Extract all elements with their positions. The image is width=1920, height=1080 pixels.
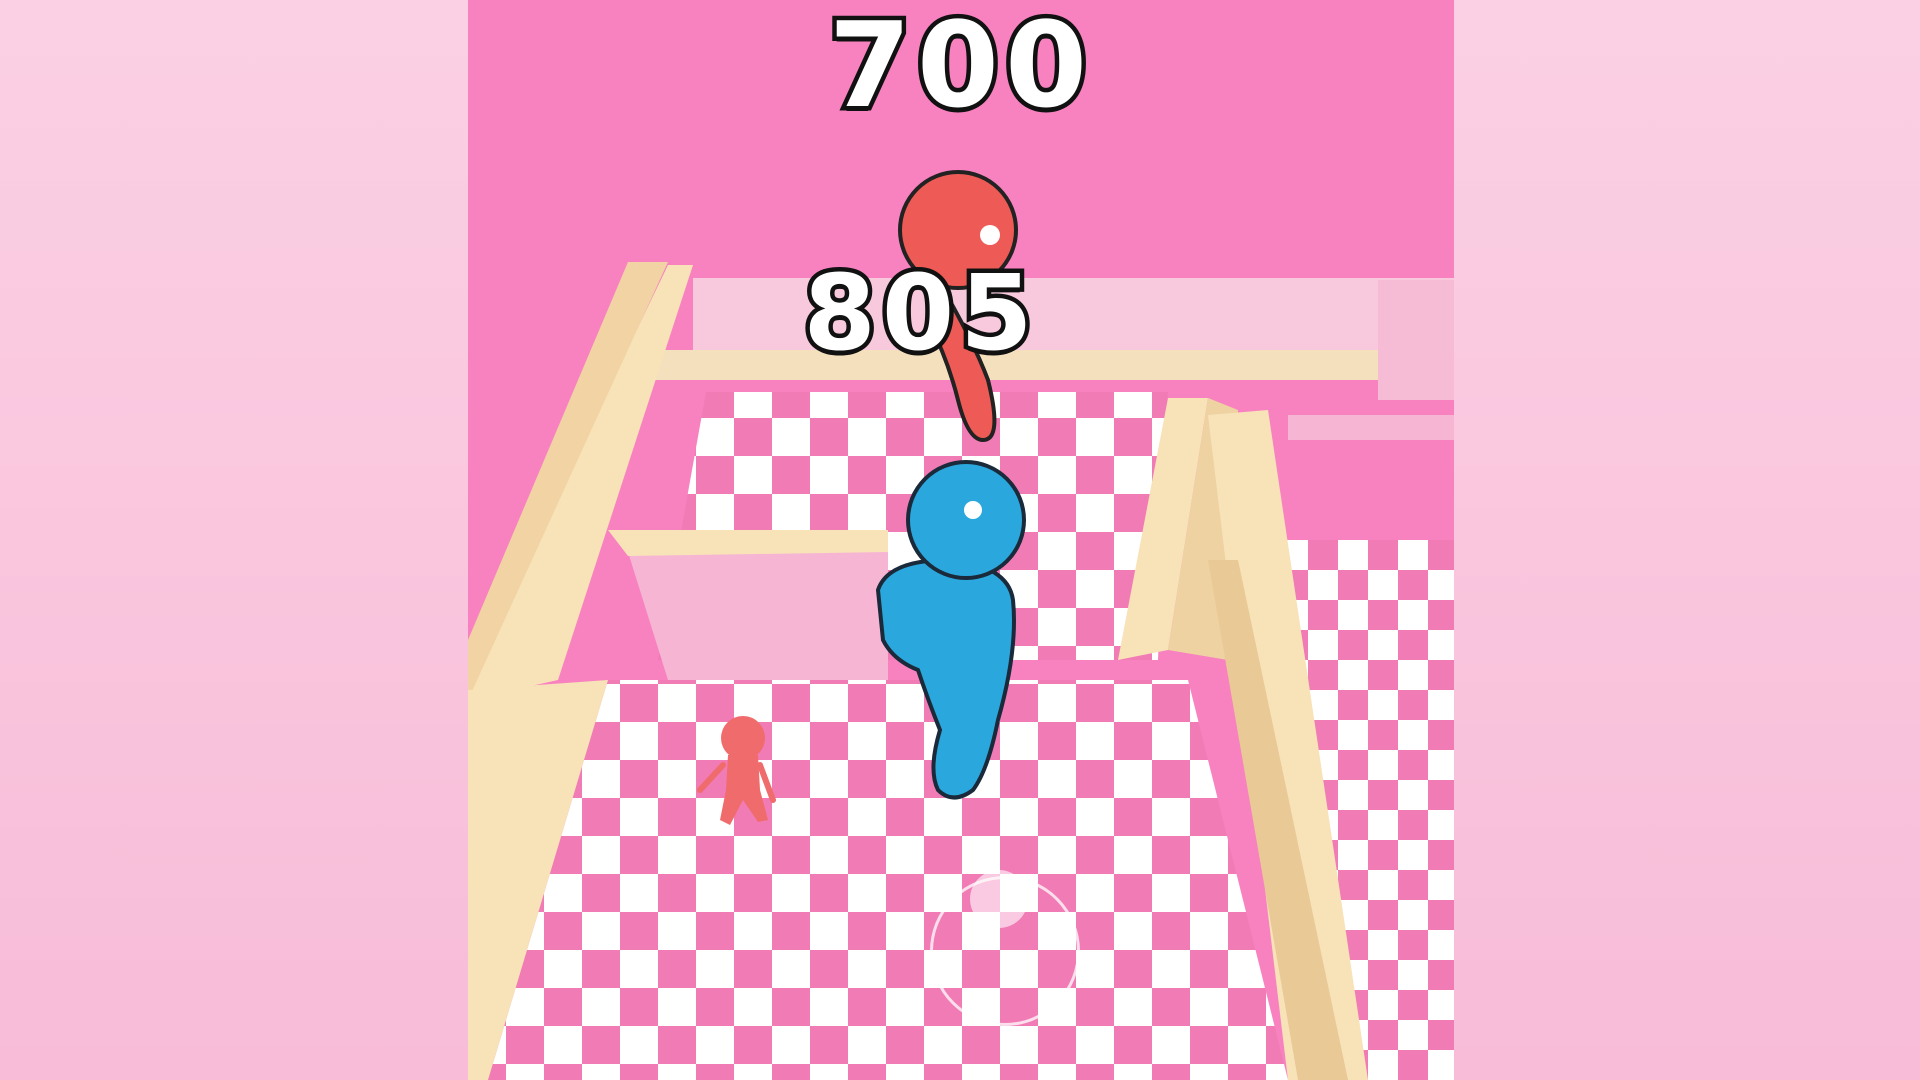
player-score-label: 805: [799, 252, 1039, 374]
game-viewport[interactable]: 700 805: [468, 0, 1454, 1080]
pink-block-top: [608, 530, 888, 556]
pink-wall-right-upper: [1288, 415, 1454, 440]
pink-block: [628, 548, 888, 680]
background-right: [1454, 0, 1920, 1080]
floor-lower: [488, 680, 1288, 1080]
score-top-label: 700: [824, 0, 1094, 135]
background-left: [0, 0, 468, 1080]
joystick-knob-icon[interactable]: [970, 870, 1028, 928]
